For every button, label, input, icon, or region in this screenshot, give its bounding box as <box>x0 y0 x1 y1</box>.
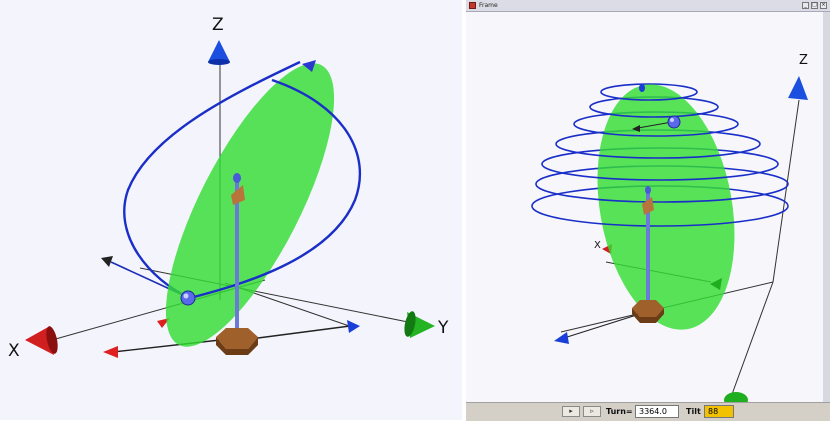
blue-arrow-head <box>347 320 360 333</box>
orbit-ball <box>667 115 681 129</box>
frame-window: Frame _ □ × Z X ▸ ▹ Turn= 3364.0 Tilt: … <box>466 0 830 421</box>
z-axis-cone <box>208 40 230 62</box>
orbit-ball-highlight <box>670 118 674 122</box>
blue-arrow-head <box>554 332 569 344</box>
app-icon <box>469 2 476 9</box>
red-arrow-shaft <box>112 339 221 353</box>
play-button[interactable]: ▸ <box>562 406 580 417</box>
step-icon: ▹ <box>590 407 594 415</box>
step-button[interactable]: ▹ <box>583 406 601 417</box>
y-axis-label: Y <box>437 318 449 338</box>
minimize-button[interactable]: _ <box>802 2 809 9</box>
tangent-arrow-head <box>101 256 113 267</box>
z-axis-cone-base <box>208 59 230 65</box>
rod-tip <box>233 173 241 183</box>
close-button[interactable]: × <box>820 2 827 9</box>
left-scene: Z X Y <box>8 15 449 361</box>
right-scene: Z X <box>531 53 808 402</box>
red-arrow-head <box>103 346 118 358</box>
floor-axis-line <box>730 281 774 398</box>
window-edge <box>823 12 830 402</box>
rod-tip <box>645 186 651 194</box>
y-axis-cone <box>724 392 748 402</box>
x-axis-label: X <box>8 341 20 361</box>
status-bar: ▸ ▹ Turn= 3364.0 Tilt : 88 <box>466 402 830 421</box>
orbit-ball <box>180 290 196 306</box>
turn-field[interactable]: 3364.0 <box>635 405 679 418</box>
maximize-button[interactable]: □ <box>811 2 818 9</box>
top-marker <box>639 84 645 92</box>
turn-label: Turn= <box>606 407 633 416</box>
title-bar[interactable]: Frame _ □ × <box>466 0 830 12</box>
x-axis-label: X <box>594 240 601 251</box>
right-3d-view[interactable]: Z X <box>466 12 830 402</box>
blue-arrow-shaft <box>257 325 351 339</box>
green-disc <box>165 63 335 347</box>
tilt-field[interactable]: 88 <box>704 405 734 418</box>
z-axis-label: Z <box>799 53 808 68</box>
orbit-ball-highlight <box>183 293 189 299</box>
left-3d-view: Z X Y <box>0 0 462 420</box>
play-icon: ▸ <box>569 407 573 415</box>
z-axis-cone <box>788 76 808 100</box>
z-axis-label: Z <box>212 15 224 35</box>
window-title: Frame <box>479 2 498 9</box>
